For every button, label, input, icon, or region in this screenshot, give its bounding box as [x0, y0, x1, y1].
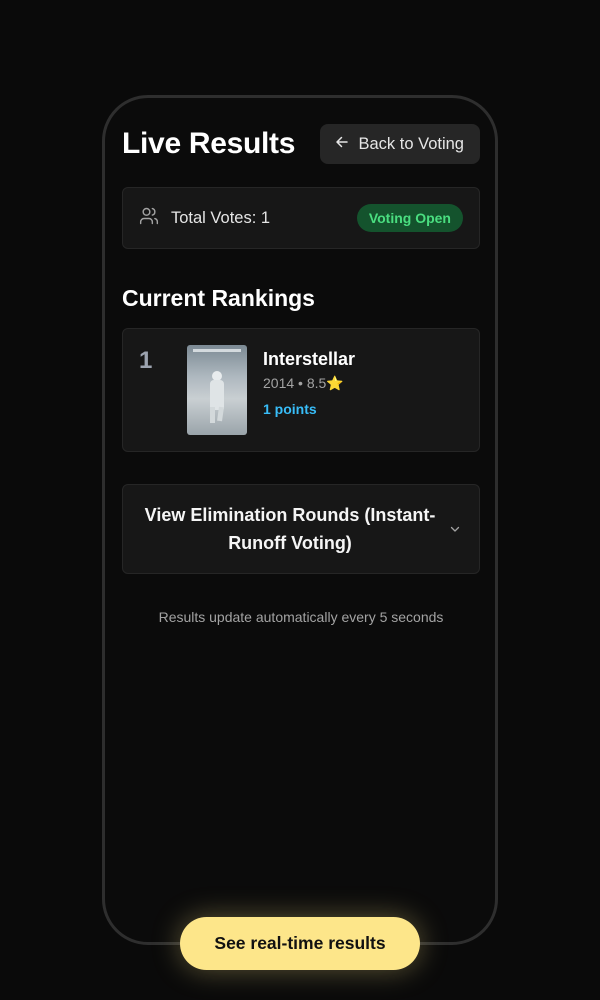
results-page: Live Results Back to Voting Total Votes:…	[122, 123, 480, 625]
auto-update-note: Results update automatically every 5 sec…	[158, 609, 444, 625]
rank-number: 1	[139, 347, 153, 374]
total-votes: Total Votes: 1	[139, 206, 270, 231]
total-votes-label: Total Votes: 1	[171, 208, 271, 227]
arrow-left-icon	[335, 135, 349, 154]
movie-title: Interstellar	[263, 349, 356, 369]
elimination-rounds-label: View Elimination Rounds (Instant-Runoff …	[144, 505, 436, 553]
elimination-rounds-toggle[interactable]: View Elimination Rounds (Instant-Runoff …	[122, 484, 480, 574]
movie-info: Interstellar 2014 • 8.5⭐ 1 points	[263, 349, 355, 417]
total-votes-card: Total Votes: 1 Voting Open	[122, 187, 480, 249]
ranking-item: 1 Interstellar 2014 • 8.5⭐ 1 points	[122, 328, 480, 452]
back-to-voting-button[interactable]: Back to Voting	[319, 124, 480, 164]
back-button-label: Back to Voting	[358, 134, 465, 153]
phone-frame: Live Results Back to Voting Total Votes:…	[102, 95, 498, 945]
page-title: Live Results	[122, 127, 296, 160]
users-icon	[139, 206, 159, 231]
header: Live Results Back to Voting	[122, 123, 480, 165]
rankings-heading: Current Rankings	[122, 285, 315, 311]
movie-points: 1 points	[263, 401, 317, 417]
see-realtime-results-button[interactable]: See real-time results	[180, 917, 420, 970]
movie-poster	[187, 345, 247, 435]
movie-meta: 2014 • 8.5⭐	[263, 375, 344, 391]
status-badge: Voting Open	[356, 204, 463, 232]
